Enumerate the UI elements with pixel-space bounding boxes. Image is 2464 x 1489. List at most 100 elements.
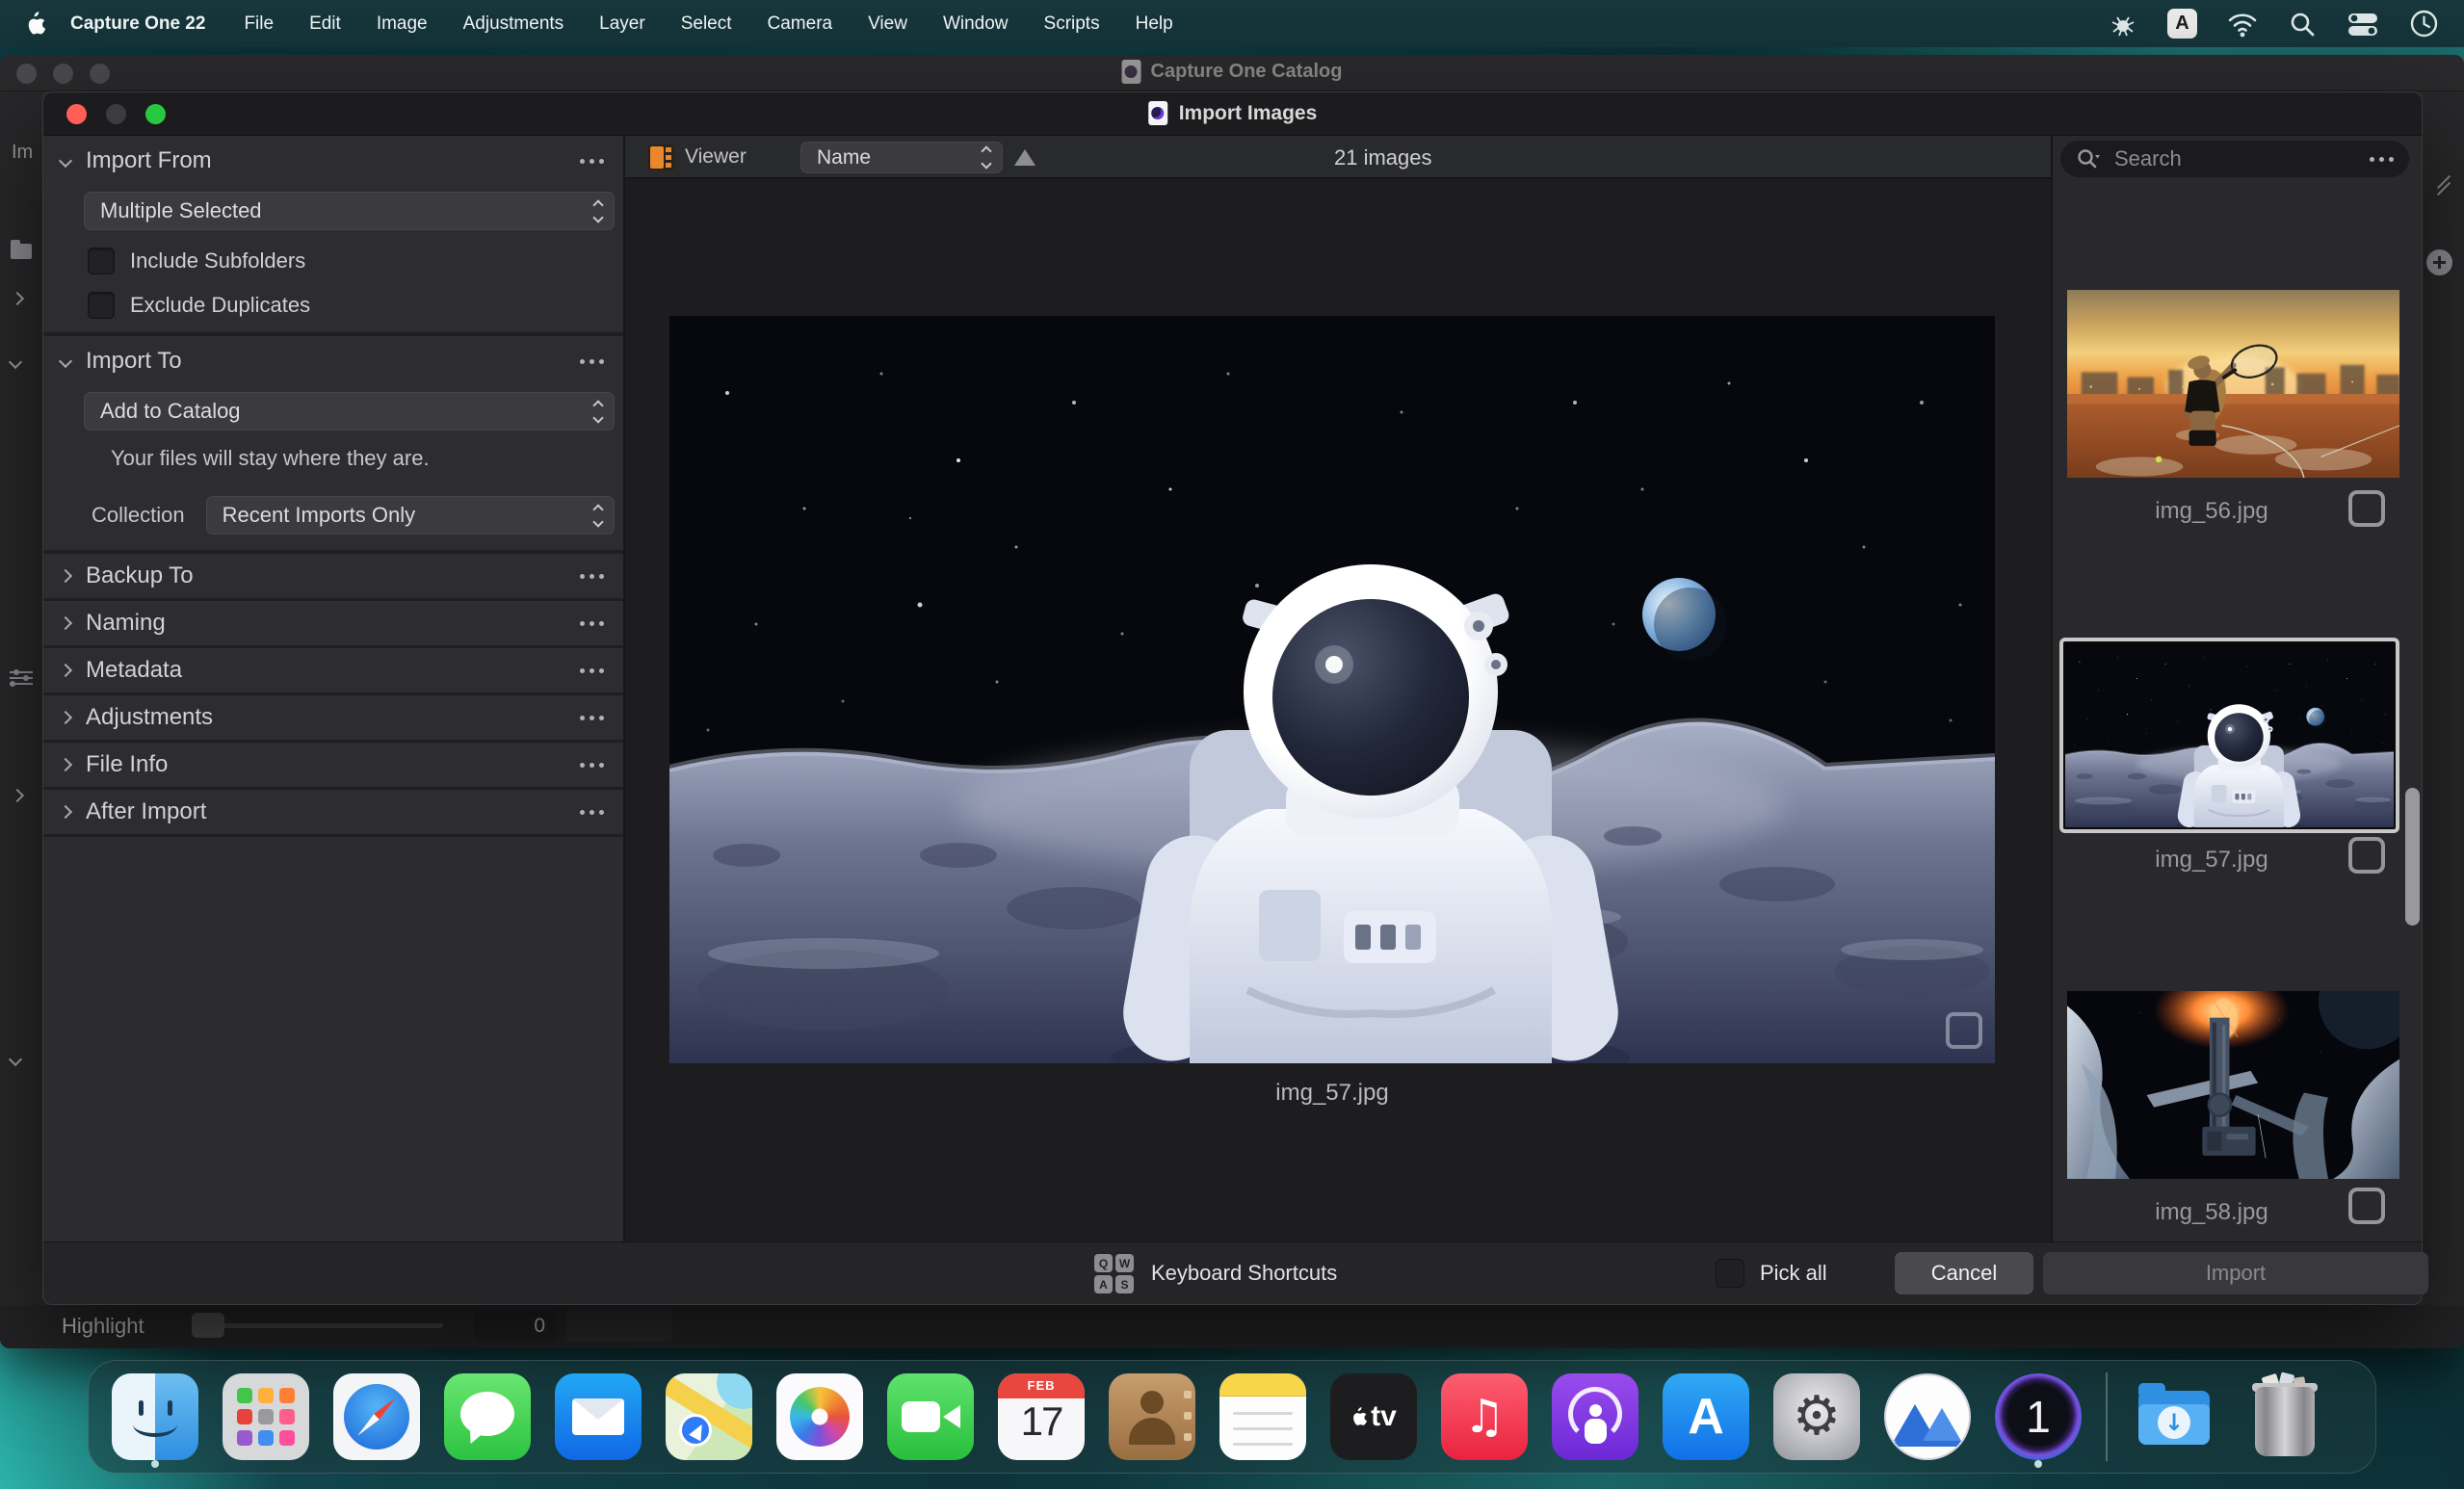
dock-system-settings-icon[interactable]: ⚙: [1773, 1373, 1860, 1460]
import-button[interactable]: Import: [2043, 1252, 2428, 1294]
wifi-icon[interactable]: [2227, 10, 2258, 39]
dock-podcasts-icon[interactable]: [1552, 1373, 1638, 1460]
sort-by-dropdown[interactable]: Name: [800, 142, 1003, 173]
pick-all-checkbox[interactable]: [1716, 1259, 1744, 1288]
after-import-section[interactable]: After Import: [43, 790, 623, 837]
chevron-down-icon[interactable]: [59, 154, 72, 168]
dock-app-store-icon[interactable]: A: [1663, 1373, 1749, 1460]
thumbnail-scrollbar[interactable]: [2405, 788, 2420, 926]
backup-to-section[interactable]: Backup To: [43, 554, 623, 601]
section-options-icon[interactable]: [580, 810, 604, 815]
stepper-icon[interactable]: [587, 402, 602, 422]
chevron-right-icon[interactable]: [11, 789, 24, 802]
thumbnail-img-56[interactable]: [2067, 290, 2399, 478]
close-button[interactable]: [66, 104, 87, 124]
menu-item-view[interactable]: View: [868, 13, 907, 35]
file-info-section[interactable]: File Info: [43, 743, 623, 790]
dock-downloads-icon[interactable]: ↓: [2131, 1373, 2217, 1460]
dock-facetime-icon[interactable]: [887, 1373, 974, 1460]
dock-trash-icon[interactable]: [2241, 1373, 2328, 1460]
keyboard-icon[interactable]: Q W A S: [1094, 1254, 1137, 1294]
section-options-icon[interactable]: [580, 716, 604, 720]
dock-maps-icon[interactable]: [666, 1373, 752, 1460]
dock-safari-icon[interactable]: [333, 1373, 420, 1460]
collection-dropdown[interactable]: Recent Imports Only: [206, 496, 615, 535]
import-destination-dropdown[interactable]: Add to Catalog: [84, 392, 615, 431]
dock-music-icon[interactable]: ♫: [1441, 1373, 1528, 1460]
folder-icon[interactable]: [11, 244, 32, 259]
spotlight-search-icon[interactable]: [2288, 10, 2317, 39]
menu-item-adjustments[interactable]: Adjustments: [463, 13, 564, 35]
viewer-layout-icon[interactable]: [648, 144, 674, 170]
pick-checkbox[interactable]: [2348, 1188, 2385, 1224]
sort-ascending-icon[interactable]: [1014, 149, 1035, 166]
dock-photos-icon[interactable]: [776, 1373, 863, 1460]
apple-menu-icon[interactable]: [25, 12, 45, 36]
menu-item-scripts[interactable]: Scripts: [1044, 13, 1100, 35]
zoom-button[interactable]: [145, 104, 166, 124]
adjustments-sliders-icon[interactable]: [10, 667, 33, 685]
menu-item-image[interactable]: Image: [377, 13, 428, 35]
clock-icon[interactable]: [2409, 9, 2439, 39]
dock-finder-icon[interactable]: [112, 1373, 198, 1460]
stepper-icon[interactable]: [975, 147, 990, 168]
menu-item-file[interactable]: File: [244, 13, 274, 35]
chevron-right-icon[interactable]: [11, 292, 24, 305]
control-center-icon[interactable]: [2346, 10, 2379, 39]
section-options-icon[interactable]: [580, 574, 604, 579]
search-input[interactable]: [2112, 145, 2370, 172]
dock-capture-one-icon[interactable]: 1: [1995, 1373, 2082, 1460]
menu-item-select[interactable]: Select: [681, 13, 732, 35]
dock-launchpad-icon[interactable]: [223, 1373, 309, 1460]
thumbnail-img-58[interactable]: [2067, 991, 2399, 1179]
section-options-icon[interactable]: [580, 668, 604, 673]
zoom-button[interactable]: [90, 64, 110, 84]
input-source-indicator[interactable]: A: [2167, 9, 2197, 39]
metadata-section[interactable]: Metadata: [43, 648, 623, 695]
stepper-icon[interactable]: [587, 506, 602, 526]
menu-item-window[interactable]: Window: [943, 13, 1009, 35]
dock-mail-icon[interactable]: [555, 1373, 642, 1460]
dock-peak-app-icon[interactable]: [1884, 1373, 1971, 1460]
pick-checkbox[interactable]: [2348, 837, 2385, 874]
chevron-down-icon[interactable]: [9, 1053, 22, 1066]
cancel-button[interactable]: Cancel: [1895, 1252, 2033, 1294]
dock-calendar-icon[interactable]: FEB 17: [998, 1373, 1085, 1460]
highlight-slider-track[interactable]: [192, 1323, 443, 1328]
menu-item-help[interactable]: Help: [1136, 13, 1173, 35]
pick-checkbox[interactable]: [2348, 490, 2385, 527]
thumbnail-img-57-selected[interactable]: [2059, 638, 2399, 833]
highlight-value-field[interactable]: 0: [474, 1310, 557, 1342]
dock-contacts-icon[interactable]: [1109, 1373, 1195, 1460]
adjustments-section[interactable]: Adjustments: [43, 695, 623, 743]
menu-item-layer[interactable]: Layer: [599, 13, 645, 35]
section-options-icon[interactable]: [580, 763, 604, 768]
menu-item-camera[interactable]: Camera: [768, 13, 833, 35]
keyboard-shortcuts-label[interactable]: Keyboard Shortcuts: [1151, 1261, 1337, 1286]
menu-item-edit[interactable]: Edit: [309, 13, 341, 35]
dock-apple-tv-icon[interactable]: tv: [1330, 1373, 1417, 1460]
main-preview-image[interactable]: [669, 316, 1995, 1063]
dock-notes-icon[interactable]: [1219, 1373, 1306, 1460]
stepper-icon[interactable]: [587, 201, 602, 222]
section-options-icon[interactable]: [580, 159, 604, 164]
include-subfolders-checkbox[interactable]: [88, 248, 115, 274]
naming-section[interactable]: Naming: [43, 601, 623, 648]
highlight-slider-handle[interactable]: [192, 1313, 224, 1338]
zoom-cursor-icon[interactable]: [2426, 249, 2452, 275]
pick-checkbox[interactable]: [1946, 1012, 1982, 1049]
chevron-down-icon[interactable]: [9, 355, 22, 369]
chevron-down-icon[interactable]: [59, 354, 72, 368]
section-options-icon[interactable]: [580, 621, 604, 626]
minimize-button[interactable]: [106, 104, 126, 124]
close-button[interactable]: [16, 64, 37, 84]
search-field[interactable]: [2060, 141, 2409, 177]
exclude-duplicates-checkbox[interactable]: [88, 292, 115, 319]
dock-messages-icon[interactable]: [444, 1373, 531, 1460]
section-options-icon[interactable]: [580, 359, 604, 364]
menu-app-name[interactable]: Capture One 22: [70, 13, 205, 35]
search-options-icon[interactable]: [2370, 157, 2394, 162]
import-source-dropdown[interactable]: Multiple Selected: [84, 192, 615, 230]
adjustment-field[interactable]: [566, 1310, 672, 1342]
minimize-button[interactable]: [53, 64, 73, 84]
